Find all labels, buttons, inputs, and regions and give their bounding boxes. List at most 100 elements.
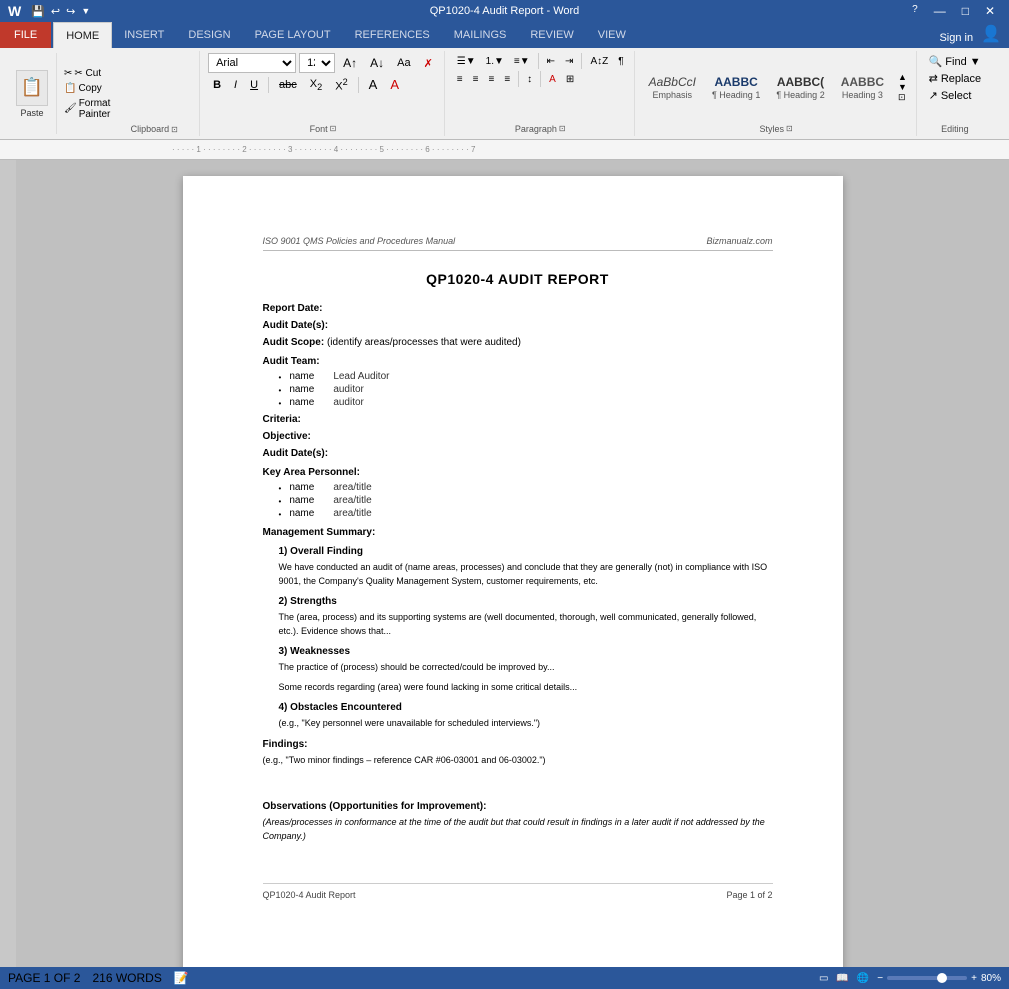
tab-page-layout[interactable]: PAGE LAYOUT (243, 22, 343, 48)
styles-scroll-down[interactable]: ▼ (898, 82, 907, 92)
list-item: • name Lead Auditor (279, 371, 773, 382)
zoom-plus-button[interactable]: + (971, 973, 977, 984)
tab-home[interactable]: HOME (53, 22, 112, 48)
replace-button[interactable]: ⇄ Replace (925, 70, 986, 87)
strikethrough-button[interactable]: abc (274, 77, 302, 93)
weaknesses-body1: The practice of (process) should be corr… (279, 661, 773, 675)
style-emphasis[interactable]: AaBbCcI Emphasis (643, 73, 702, 101)
paragraph-expand-icon[interactable]: ⊡ (559, 124, 566, 134)
style-heading2[interactable]: AABBC( ¶ Heading 2 (770, 73, 830, 101)
audit-dates-field: Audit Date(s): (263, 320, 773, 331)
tab-view[interactable]: VIEW (586, 22, 638, 48)
bold-button[interactable]: B (208, 77, 226, 93)
close-icon[interactable]: ✕ (979, 4, 1001, 18)
styles-expand[interactable]: ⊡ (898, 92, 907, 103)
web-layout-view[interactable]: 🌐 (857, 973, 869, 984)
zoom-minus-button[interactable]: − (877, 973, 883, 984)
zoom-slider-thumb[interactable] (937, 973, 947, 983)
audit-scope-field: Audit Scope: (identify areas/processes t… (263, 337, 773, 348)
restore-icon[interactable]: — (928, 4, 952, 18)
align-center-button[interactable]: ≡ (469, 72, 483, 87)
line-spacing-button[interactable]: ↕ (523, 72, 536, 87)
tab-design[interactable]: DESIGN (176, 22, 242, 48)
numbering-button[interactable]: 1.▼ (482, 54, 508, 69)
style-preview-heading3: AABBC (841, 75, 884, 89)
page-indicator: PAGE 1 OF 2 (8, 971, 80, 985)
text-highlight-button[interactable]: A (364, 75, 383, 94)
select-icon: ↗ (929, 89, 938, 102)
sort-button[interactable]: A↕Z (586, 54, 612, 69)
select-button[interactable]: ↗ Select (925, 87, 986, 104)
observations-title: Observations (Opportunities for Improvem… (263, 801, 773, 812)
copy-button[interactable]: 📋 Copy (61, 82, 113, 95)
customize-icon[interactable]: ▼ (81, 6, 90, 16)
doc-footer-right: Page 1 of 2 (726, 890, 772, 900)
subscript-button[interactable]: X2 (305, 76, 327, 94)
proofing-icon[interactable]: 📝 (174, 971, 189, 985)
tab-mailings[interactable]: MAILINGS (442, 22, 519, 48)
undo-icon[interactable]: ↩ (51, 5, 60, 18)
multilevel-button[interactable]: ≡▼ (510, 54, 534, 69)
change-case-button[interactable]: Aa (392, 55, 415, 71)
zoom-slider-track[interactable] (887, 976, 967, 980)
bullets-button[interactable]: ☰▼ (453, 54, 480, 69)
styles-row: AaBbCcI Emphasis AABBC ¶ Heading 1 AABBC… (643, 53, 910, 122)
redo-icon[interactable]: ↪ (66, 5, 75, 18)
help-icon[interactable]: ? (906, 4, 924, 18)
italic-button[interactable]: I (229, 77, 242, 93)
audit-dates-2-label: Audit Date(s): (263, 448, 329, 459)
find-button[interactable]: 🔍 Find ▼ (925, 53, 986, 70)
editing-group: 🔍 Find ▼ ⇄ Replace ↗ Select Editing (919, 51, 992, 136)
maximize-icon[interactable]: □ (956, 4, 975, 18)
sign-in-button[interactable]: Sign in (939, 32, 973, 48)
bullet-icon: • (279, 399, 282, 408)
document-title: QP1020-4 AUDIT REPORT (263, 271, 773, 287)
align-right-button[interactable]: ≡ (484, 72, 498, 87)
tab-file[interactable]: FILE (0, 22, 51, 48)
paste-label: Paste (20, 108, 43, 118)
clear-formatting-button[interactable]: ✗ (419, 55, 438, 72)
font-expand-icon[interactable]: ⊡ (330, 124, 337, 134)
findings-body: (e.g., "Two minor findings – reference C… (263, 754, 773, 768)
font-name-select[interactable]: Arial (208, 53, 296, 73)
clipboard-expand-icon[interactable]: ⊡ (171, 125, 178, 134)
save-icon[interactable]: 💾 (31, 5, 45, 18)
borders-button[interactable]: ⊞ (562, 72, 578, 87)
print-layout-view[interactable]: ▭ (819, 973, 828, 984)
font-color-button[interactable]: A (385, 75, 404, 94)
styles-scroll-up[interactable]: ▲ (898, 72, 907, 82)
key-personnel-list: • name area/title • name area/title • na… (279, 482, 773, 519)
doc-footer-left: QP1020-4 Audit Report (263, 890, 356, 900)
audit-dates-label: Audit Date(s): (263, 320, 329, 331)
font-size-select[interactable]: 12 (299, 53, 335, 73)
para-sep4 (540, 71, 541, 87)
style-heading3[interactable]: AABBC Heading 3 (835, 73, 890, 101)
tab-references[interactable]: REFERENCES (343, 22, 442, 48)
justify-button[interactable]: ≡ (500, 72, 514, 87)
align-left-button[interactable]: ≡ (453, 72, 467, 87)
increase-font-button[interactable]: A↑ (338, 54, 362, 72)
read-mode-view[interactable]: 📖 (836, 973, 848, 984)
objective-field: Objective: (263, 431, 773, 442)
tab-insert[interactable]: INSERT (112, 22, 176, 48)
shading-button[interactable]: A (545, 72, 560, 87)
format-painter-button[interactable]: 🖌 Format Painter (61, 97, 113, 121)
tab-review[interactable]: REVIEW (518, 22, 585, 48)
increase-indent-button[interactable]: ⇥ (561, 54, 577, 69)
bullet-icon: • (279, 373, 282, 382)
document: ISO 9001 QMS Policies and Procedures Man… (183, 176, 843, 967)
styles-expand-icon[interactable]: ⊡ (786, 124, 793, 134)
show-hide-button[interactable]: ¶ (614, 54, 627, 69)
personnel-role: area/title (333, 495, 371, 506)
decrease-indent-button[interactable]: ⇤ (543, 54, 559, 69)
paragraph-row-1: ☰▼ 1.▼ ≡▼ ⇤ ⇥ A↕Z ¶ (453, 53, 628, 69)
style-heading1[interactable]: AABBC ¶ Heading 1 (706, 73, 766, 101)
scroll-area[interactable]: ISO 9001 QMS Policies and Procedures Man… (16, 160, 1009, 967)
paste-button[interactable]: 📋 Paste (8, 53, 57, 134)
cut-button[interactable]: ✂ ✂ Cut (61, 67, 113, 80)
obstacles-title: 4) Obstacles Encountered (279, 702, 773, 713)
underline-button[interactable]: U (245, 77, 263, 93)
decrease-font-button[interactable]: A↓ (365, 54, 389, 72)
superscript-button[interactable]: X2 (330, 75, 352, 95)
paste-icon: 📋 (16, 70, 48, 106)
